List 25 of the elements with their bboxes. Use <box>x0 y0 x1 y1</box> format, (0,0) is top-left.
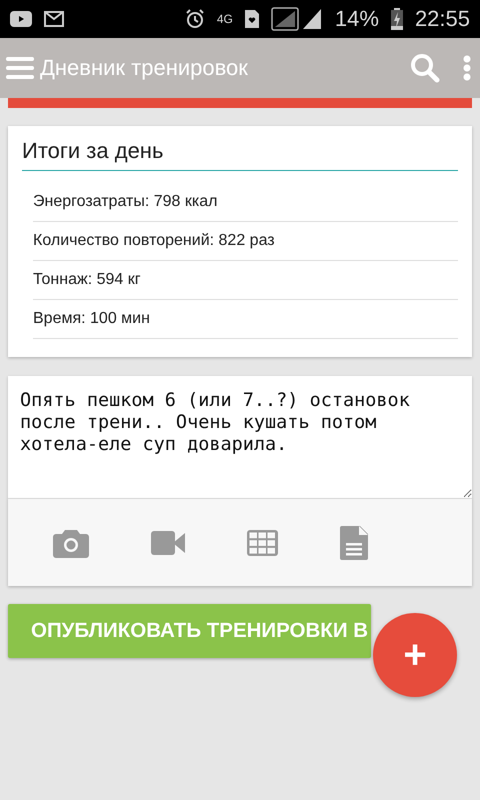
play-icon <box>10 11 32 27</box>
summary-title: Итоги за день <box>22 138 458 171</box>
mail-icon <box>44 11 64 27</box>
summary-row: Энергозатраты: 798 ккал <box>33 183 458 222</box>
camera-icon <box>53 528 89 558</box>
summary-row: Количество повторений: 822 раз <box>33 222 458 261</box>
sim-card-icon <box>244 10 259 28</box>
network-type: 4G <box>216 12 233 26</box>
summary-row: Время: 100 мин <box>33 300 458 339</box>
summary-row: Тоннаж: 594 кг <box>33 261 458 300</box>
clock-time: 22:55 <box>414 6 470 32</box>
search-button[interactable] <box>410 53 440 83</box>
document-icon <box>340 526 368 560</box>
menu-button[interactable] <box>6 56 34 80</box>
alarm-icon <box>184 9 205 29</box>
more-options-button[interactable] <box>462 55 472 81</box>
add-button[interactable]: + <box>373 613 457 697</box>
app-title: Дневник тренировок <box>40 55 249 81</box>
battery-charging-icon <box>390 8 403 30</box>
video-camera-icon <box>151 530 185 554</box>
table-icon <box>247 530 278 556</box>
note-field[interactable]: Опять пешком 6 (или 7..?) остановок после трени.. Очень кушать потом хотела-еле суп доварила. <box>8 376 472 499</box>
publish-button[interactable]: ОПУБЛИКОВАТЬ ТРЕНИРОВКИ В <box>8 604 371 658</box>
signal-icon <box>270 7 323 31</box>
battery-percentage: 14% <box>334 6 379 32</box>
